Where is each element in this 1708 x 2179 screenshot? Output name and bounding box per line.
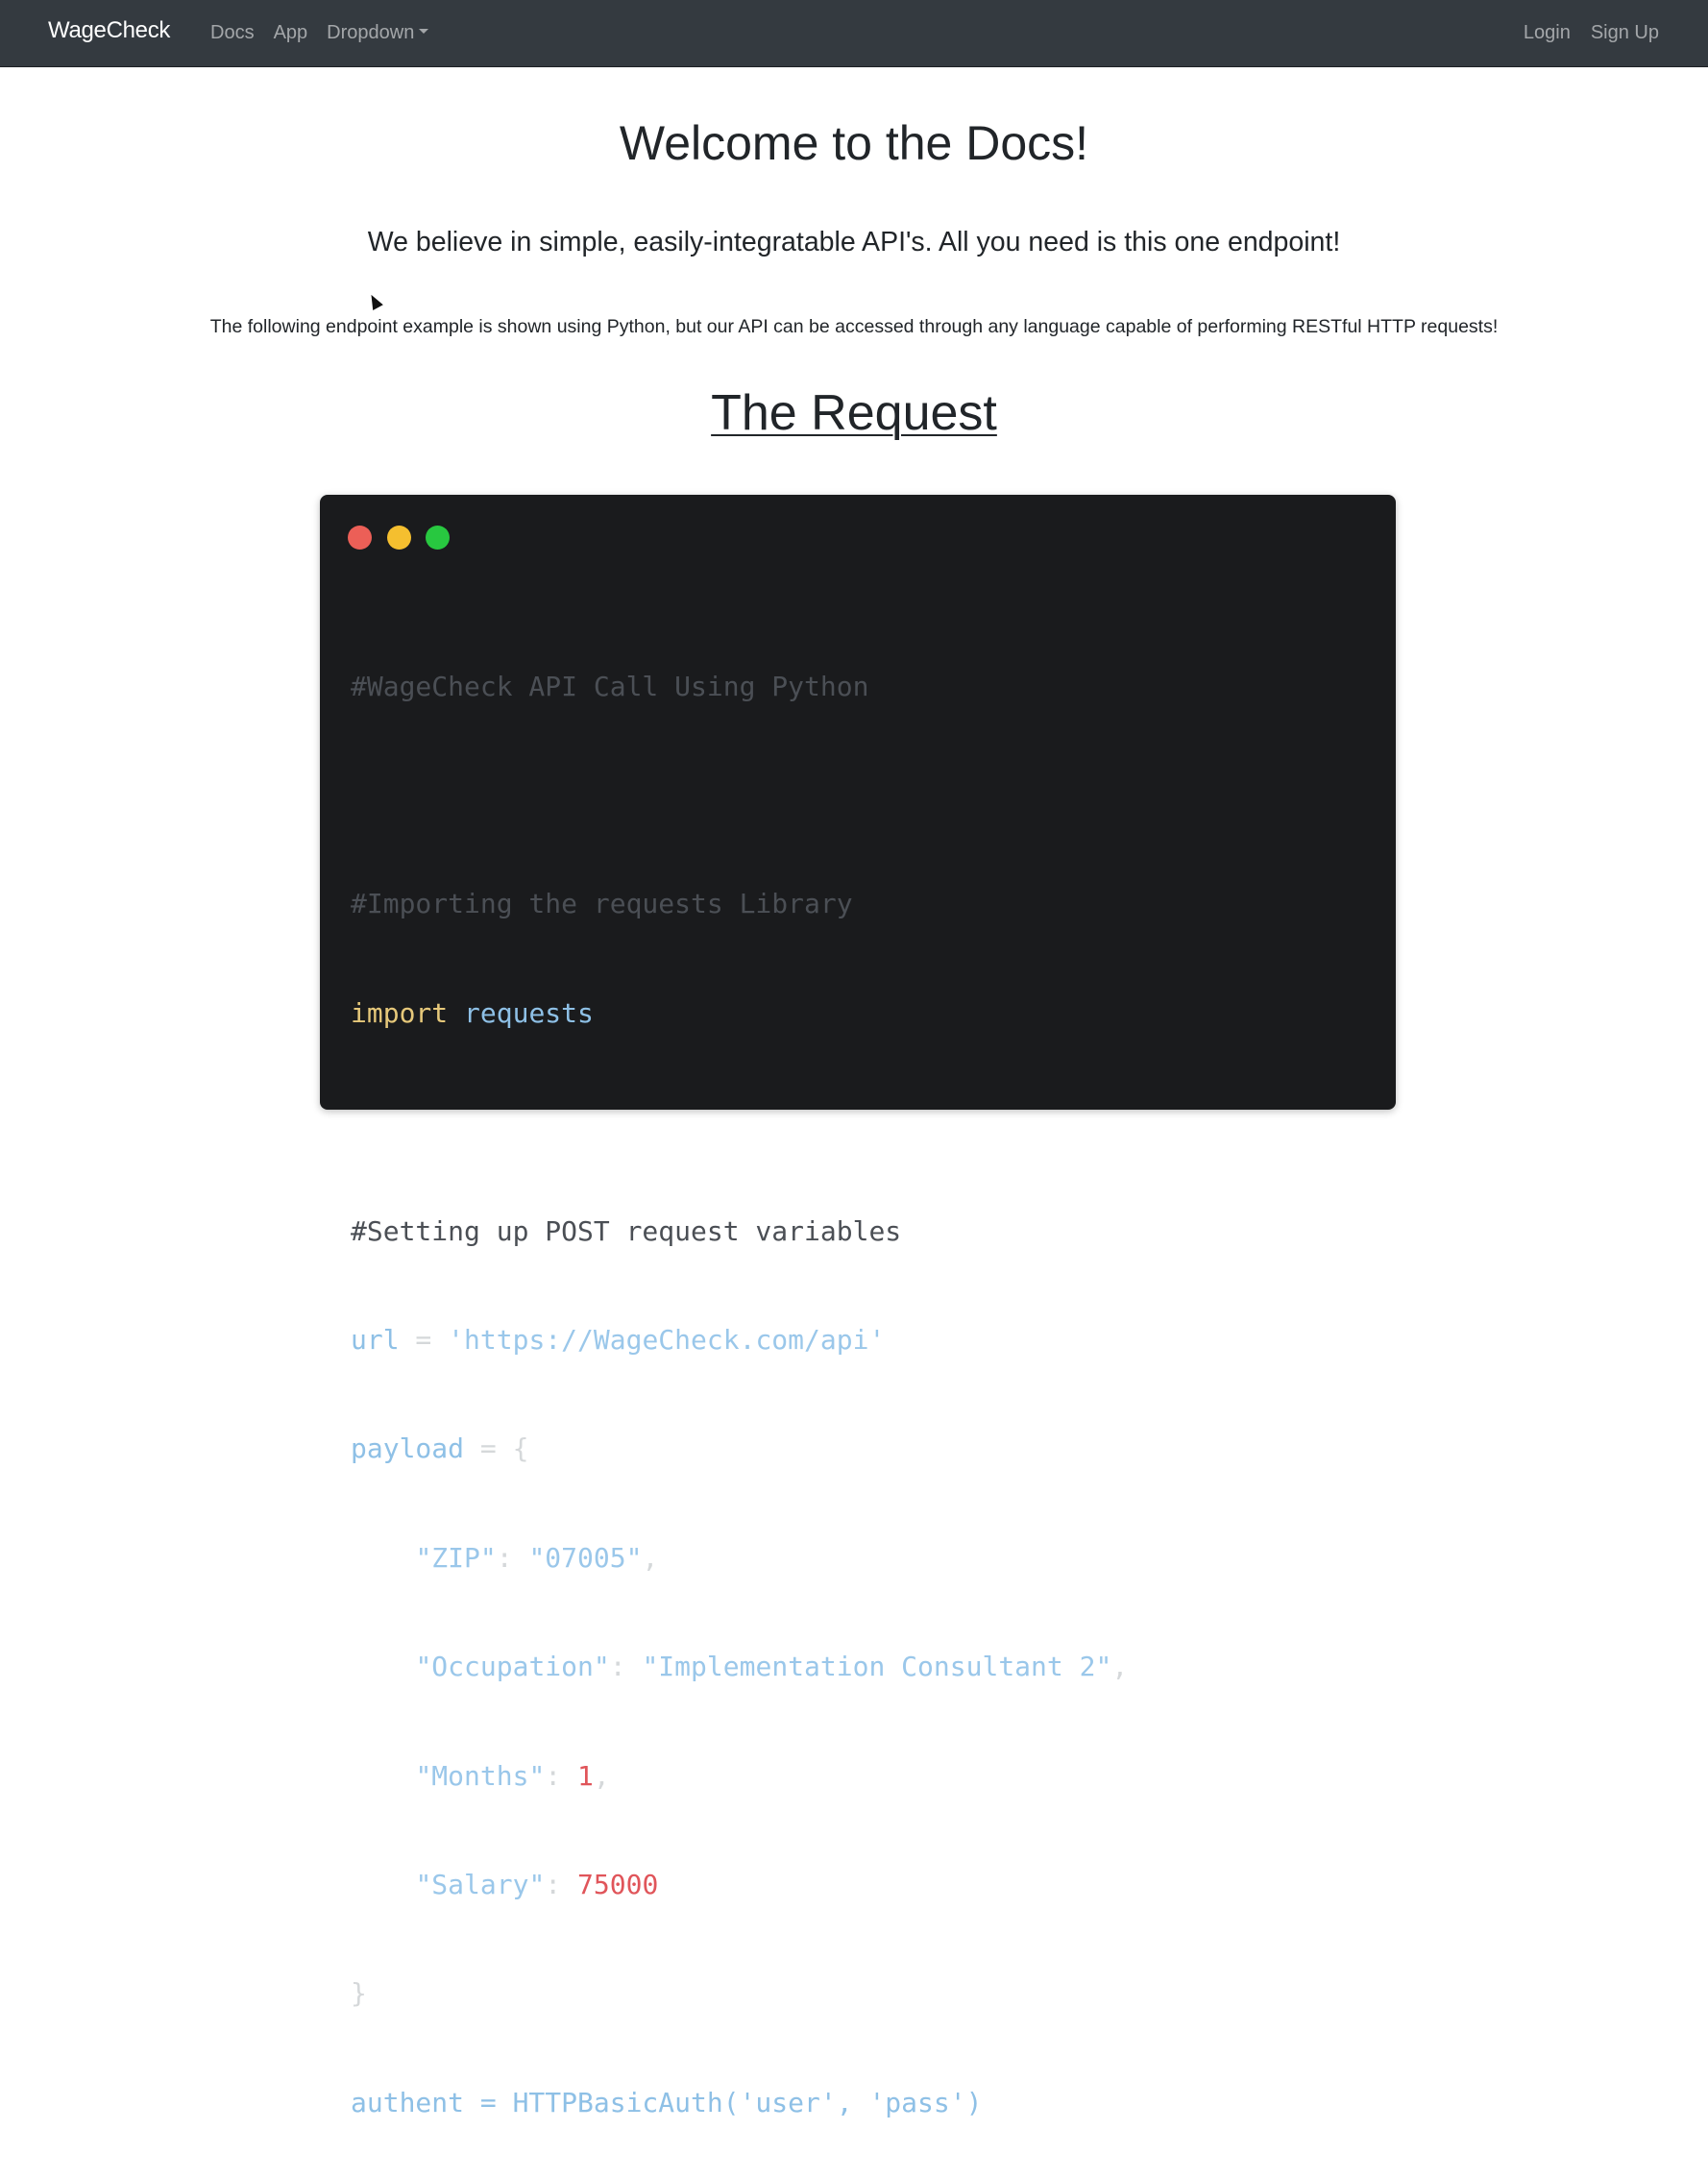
nav-link-signup[interactable]: Sign Up bbox=[1591, 22, 1659, 44]
navbar: WageCheck Docs App Dropdown Login Sign U… bbox=[0, 0, 1708, 67]
note-text: The following endpoint example is shown … bbox=[209, 316, 1499, 337]
code-identifier: url bbox=[351, 1323, 400, 1356]
code-line: import requests bbox=[351, 995, 1128, 1032]
section-title: The Request bbox=[711, 385, 997, 441]
code-line: } bbox=[351, 1975, 1128, 2012]
code-line: authent = HTTPBasicAuth('user', 'pass') bbox=[351, 2085, 1128, 2121]
code-line: payload = { bbox=[351, 1431, 1128, 1467]
code-comment: #Importing the requests Library bbox=[351, 888, 853, 920]
nav-dropdown-label: Dropdown bbox=[327, 22, 415, 43]
code-comment: #WageCheck API Call Using Python bbox=[351, 670, 869, 702]
code-block: #WageCheck API Call Using Python #Import… bbox=[351, 596, 1128, 2179]
code-keyword: import bbox=[351, 996, 449, 1029]
close-dot-icon bbox=[348, 526, 372, 550]
nav-link-app[interactable]: App bbox=[274, 22, 308, 44]
page-title: Welcome to the Docs! bbox=[619, 116, 1089, 170]
maximize-dot-icon bbox=[426, 526, 450, 550]
code-string: "Occupation" bbox=[415, 1651, 610, 1683]
code-line: #Setting up POST request variables bbox=[351, 1213, 1128, 1250]
code-string: "ZIP" bbox=[415, 1541, 497, 1574]
code-operator: = bbox=[464, 1432, 513, 1465]
code-comment: #Setting up POST request variables bbox=[351, 1214, 902, 1247]
code-line: "Months": 1, bbox=[415, 1759, 610, 1792]
code-string: "07005" bbox=[528, 1541, 643, 1574]
code-line: "Occupation": "Implementation Consultant… bbox=[415, 1651, 1129, 1683]
code-string: "Salary" bbox=[415, 1868, 546, 1900]
code-string: "Months" bbox=[415, 1759, 546, 1792]
nav-links: Docs App Dropdown bbox=[210, 22, 429, 44]
nav-auth-links: Login Sign Up bbox=[1524, 22, 1659, 44]
mouse-cursor-icon bbox=[366, 292, 383, 310]
nav-dropdown[interactable]: Dropdown bbox=[327, 22, 429, 44]
caret-down-icon bbox=[419, 29, 429, 35]
code-line: #WageCheck API Call Using Python bbox=[351, 669, 1128, 705]
code-window: #WageCheck API Call Using Python #Import… bbox=[320, 495, 1396, 2118]
code-operator: = bbox=[399, 1323, 449, 1356]
code-punctuation: { bbox=[512, 1432, 529, 1465]
code-line: "Salary": 75000 bbox=[415, 1868, 659, 1900]
code-line: #Importing the requests Library bbox=[351, 886, 1128, 922]
code-punctuation: } bbox=[351, 1977, 367, 2010]
code-number: 75000 bbox=[577, 1868, 659, 1900]
code-string: 'https://WageCheck.com/api' bbox=[448, 1323, 886, 1356]
brand-logo[interactable]: WageCheck bbox=[48, 17, 170, 44]
code-string: "Implementation Consultant 2" bbox=[642, 1651, 1112, 1683]
minimize-dot-icon bbox=[387, 526, 411, 550]
code-identifier: authent = HTTPBasicAuth('user', 'pass') bbox=[351, 2086, 983, 2118]
code-identifier: requests bbox=[464, 996, 594, 1029]
code-line: url = 'https://WageCheck.com/api' bbox=[351, 1322, 1128, 1359]
nav-link-login[interactable]: Login bbox=[1524, 22, 1571, 44]
lead-text: We believe in simple, easily-integratabl… bbox=[367, 227, 1341, 257]
code-identifier: payload bbox=[351, 1432, 465, 1465]
nav-link-docs[interactable]: Docs bbox=[210, 22, 255, 44]
code-number: 1 bbox=[577, 1759, 594, 1792]
code-line: "ZIP": "07005", bbox=[415, 1541, 659, 1574]
